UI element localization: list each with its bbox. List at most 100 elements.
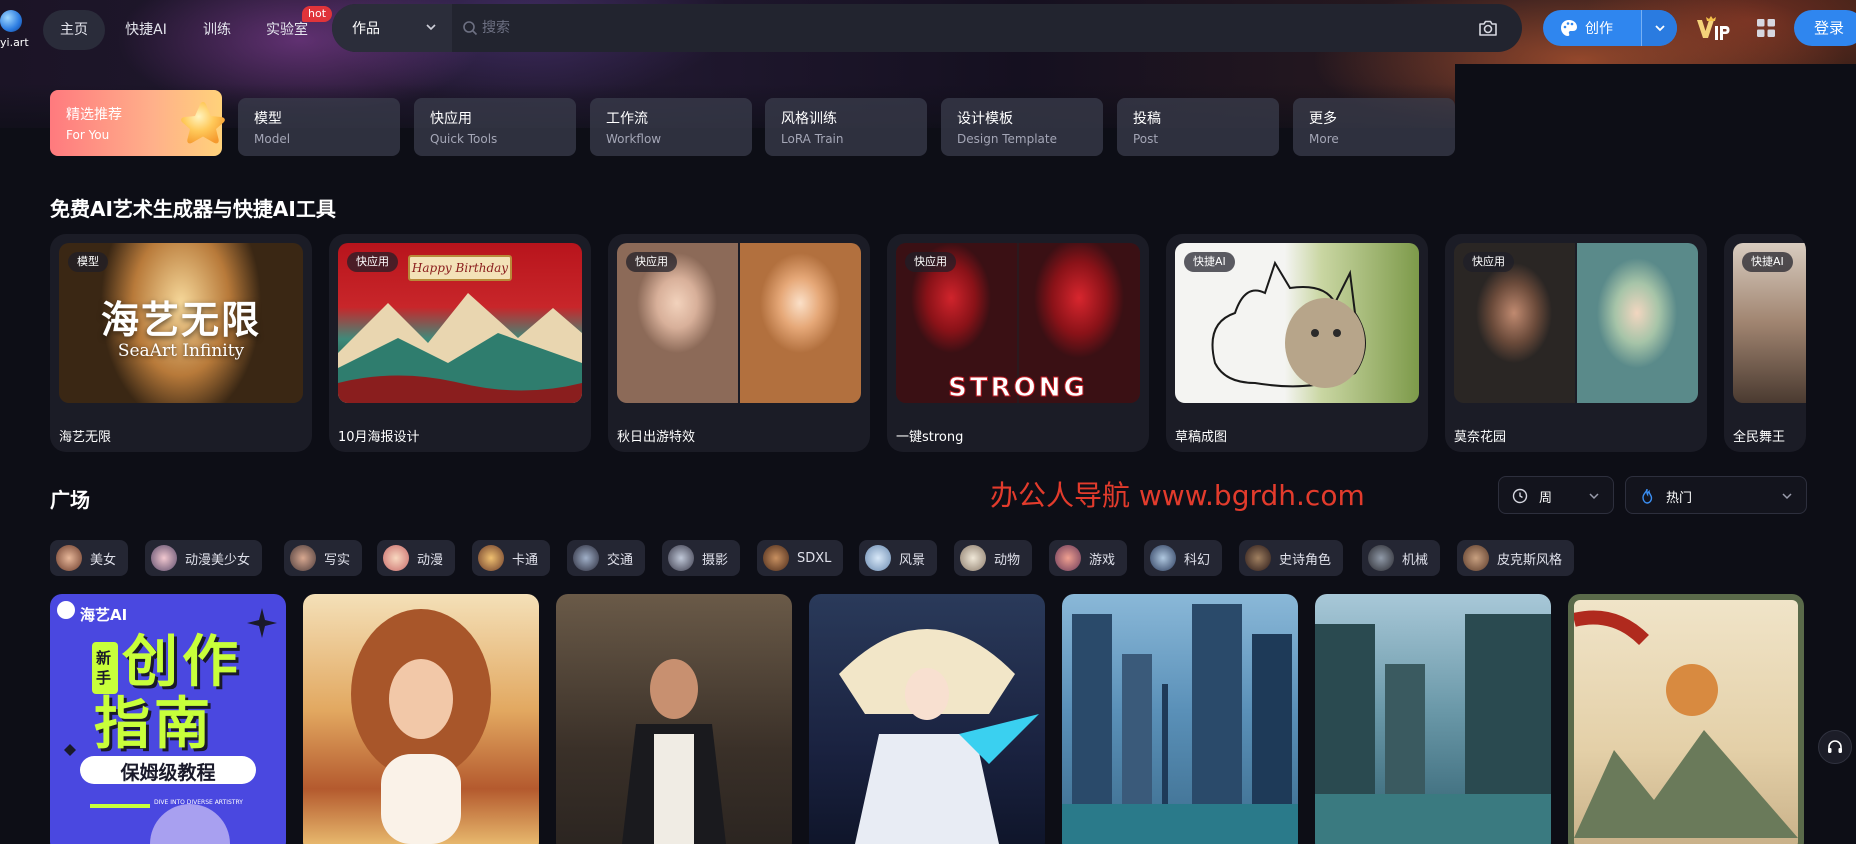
login-button[interactable]: 登录 bbox=[1794, 10, 1856, 46]
chip-avatar bbox=[1463, 545, 1489, 571]
artwork-landscape bbox=[1574, 610, 1798, 838]
feed-card[interactable] bbox=[809, 594, 1045, 844]
tab-label-cn: 投稿 bbox=[1133, 111, 1161, 127]
chevron-down-icon bbox=[1589, 493, 1599, 500]
chip-label: 史诗角色 bbox=[1279, 552, 1332, 568]
artwork-maid bbox=[622, 659, 726, 844]
chevron-down-icon bbox=[1782, 493, 1792, 500]
tab-workflow[interactable]: 工作流 Workflow bbox=[590, 98, 752, 156]
chip-label: 风景 bbox=[899, 552, 926, 568]
tag-chip[interactable]: 卡通 bbox=[472, 540, 551, 576]
chip-avatar bbox=[763, 545, 789, 571]
tool-tag: 快捷AI bbox=[1742, 252, 1793, 272]
search-category-select[interactable]: 作品 bbox=[332, 4, 452, 52]
search-input[interactable] bbox=[482, 12, 1382, 44]
tool-thumbnail: 快应用 STRONG bbox=[896, 243, 1140, 403]
nav-home[interactable]: 主页 bbox=[43, 10, 105, 50]
tool-card[interactable]: 快应用 STRONG 一键strong bbox=[887, 234, 1149, 452]
tool-thumbnail: 快捷AI bbox=[1175, 243, 1419, 403]
tab-model[interactable]: 模型 Model bbox=[238, 98, 400, 156]
clock-icon bbox=[1512, 488, 1528, 504]
sort-order-select[interactable]: 热门 bbox=[1625, 476, 1807, 514]
create-main[interactable]: 创作 bbox=[1543, 10, 1641, 46]
site-logo[interactable]: yi.art bbox=[0, 10, 30, 54]
watermark-text: 办公人导航 www.bgrdh.com bbox=[990, 479, 1365, 512]
tab-label-en: More bbox=[1309, 132, 1339, 146]
tag-chip[interactable]: 游戏 bbox=[1049, 540, 1128, 576]
chip-label: 卡通 bbox=[512, 552, 539, 568]
chip-label: 写实 bbox=[324, 552, 351, 568]
tool-card[interactable]: 模型 海艺无限 SeaArt Infinity 海艺无限 bbox=[50, 234, 312, 452]
chip-avatar bbox=[1245, 545, 1271, 571]
chip-avatar bbox=[56, 545, 82, 571]
tool-name: 秋日出游特效 bbox=[617, 430, 696, 445]
tab-label-cn: 快应用 bbox=[430, 111, 472, 127]
create-label: 创作 bbox=[1585, 21, 1613, 37]
feed-card[interactable] bbox=[1568, 594, 1804, 844]
create-button[interactable]: 创作 bbox=[1543, 10, 1677, 46]
tool-card[interactable]: 快应用 莫奈花园 bbox=[1445, 234, 1707, 452]
tag-chip[interactable]: 动漫美少女 bbox=[145, 540, 263, 576]
apps-grid-icon[interactable] bbox=[1756, 18, 1776, 38]
tag-chip[interactable]: 风景 bbox=[859, 540, 938, 576]
tag-chip[interactable]: 机械 bbox=[1362, 540, 1441, 576]
tool-tag: 模型 bbox=[68, 252, 108, 272]
chip-label: 机械 bbox=[1402, 552, 1429, 568]
tool-card[interactable]: 快捷AI 草稿成图 bbox=[1166, 234, 1428, 452]
search-category-label: 作品 bbox=[352, 21, 380, 37]
guide-tagline: DIVE INTO DIVERSE ARTISTRY bbox=[154, 799, 243, 806]
mountains-illustration bbox=[338, 293, 582, 403]
star-icon bbox=[181, 102, 225, 144]
chip-label: 动漫美少女 bbox=[185, 552, 251, 568]
tag-chip[interactable]: 美女 bbox=[50, 540, 129, 576]
nav-train[interactable]: 训练 bbox=[194, 10, 240, 50]
thumb-subtitle: SeaArt Infinity bbox=[117, 341, 245, 361]
tool-card[interactable]: 快应用 Happy Birthday 10月海报设计 bbox=[329, 234, 591, 452]
guide-badge: 新手 bbox=[96, 649, 112, 687]
feed-card[interactable] bbox=[1315, 594, 1551, 844]
tag-chip[interactable]: 皮克斯风格 bbox=[1457, 540, 1575, 576]
artwork-city bbox=[1062, 604, 1298, 844]
tool-name: 全民舞王 bbox=[1733, 430, 1786, 445]
tag-chip[interactable]: 史诗角色 bbox=[1239, 540, 1344, 576]
tag-chip[interactable]: 摄影 bbox=[662, 540, 741, 576]
hero-fade-right bbox=[1455, 64, 1856, 128]
tool-tag: 快应用 bbox=[905, 252, 956, 272]
tag-chip[interactable]: SDXL bbox=[757, 540, 844, 576]
tag-chip[interactable]: 写实 bbox=[284, 540, 363, 576]
tab-more[interactable]: 更多 More bbox=[1293, 98, 1455, 156]
tab-quick-tools[interactable]: 快应用 Quick Tools bbox=[414, 98, 576, 156]
chip-label: SDXL bbox=[797, 550, 832, 566]
customer-support-button[interactable] bbox=[1818, 730, 1852, 764]
vip-crown-icon[interactable] bbox=[1693, 14, 1731, 44]
chip-avatar bbox=[478, 545, 504, 571]
tool-tag: 快捷AI bbox=[1184, 252, 1235, 272]
tag-chip[interactable]: 动漫 bbox=[377, 540, 456, 576]
tool-thumbnail: 快应用 bbox=[1454, 243, 1698, 403]
feed-card[interactable] bbox=[1062, 594, 1298, 844]
chip-avatar bbox=[151, 545, 177, 571]
tab-lora-train[interactable]: 风格训练 LoRA Train bbox=[765, 98, 927, 156]
tab-design-template[interactable]: 设计模板 Design Template bbox=[941, 98, 1103, 156]
headset-icon bbox=[1828, 740, 1842, 753]
tab-post[interactable]: 投稿 Post bbox=[1117, 98, 1279, 156]
tool-name: 10月海报设计 bbox=[338, 430, 420, 445]
tag-chip[interactable]: 交通 bbox=[567, 540, 646, 576]
tool-name: 草稿成图 bbox=[1175, 430, 1228, 445]
tool-card[interactable]: 快应用 秋日出游特效 bbox=[608, 234, 870, 452]
feed-card[interactable] bbox=[303, 594, 539, 844]
feed-card[interactable] bbox=[556, 594, 792, 844]
create-dropdown[interactable] bbox=[1642, 10, 1677, 46]
tool-card[interactable]: 快捷AI 全民舞王 bbox=[1724, 234, 1806, 452]
guide-subtitle: 保姆级教程 bbox=[120, 762, 216, 784]
tag-chip[interactable]: 动物 bbox=[954, 540, 1033, 576]
after-anime bbox=[740, 243, 861, 403]
artwork-portrait bbox=[351, 609, 491, 844]
chip-label: 交通 bbox=[607, 552, 634, 568]
nav-quick-ai[interactable]: 快捷AI bbox=[116, 10, 176, 50]
camera-icon[interactable] bbox=[1476, 16, 1500, 40]
sort-period-select[interactable]: 周 bbox=[1498, 476, 1614, 514]
tab-for-you[interactable]: 精选推荐 For You bbox=[50, 90, 225, 156]
tag-chip[interactable]: 科幻 bbox=[1144, 540, 1223, 576]
feed-card-guide[interactable]: 海艺AI 新手 创作 指南 保姆级教程 DIVE INTO DIVERSE AR… bbox=[50, 594, 286, 844]
